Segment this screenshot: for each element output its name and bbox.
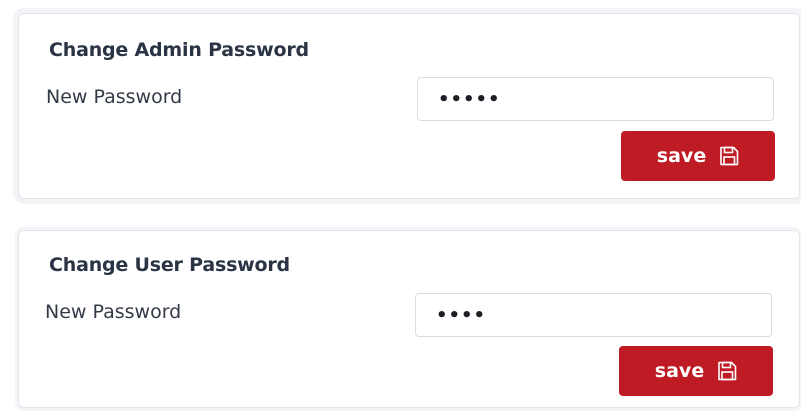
floppy-disk-icon — [719, 146, 739, 166]
admin-new-password-label: New Password — [46, 86, 183, 108]
save-button-label: save — [656, 145, 707, 167]
user-password-panel: Change User Password New Password save — [18, 230, 800, 408]
admin-password-title: Change Admin Password — [49, 39, 309, 61]
user-new-password-label: New Password — [45, 301, 182, 323]
save-button-label: save — [654, 360, 705, 382]
admin-new-password-input[interactable] — [417, 77, 774, 121]
admin-save-button[interactable]: save — [621, 131, 775, 181]
admin-password-panel: Change Admin Password New Password save — [18, 13, 800, 199]
user-new-password-input[interactable] — [415, 293, 772, 337]
user-password-title: Change User Password — [49, 254, 290, 276]
user-save-button[interactable]: save — [619, 346, 773, 396]
floppy-disk-icon — [717, 361, 737, 381]
